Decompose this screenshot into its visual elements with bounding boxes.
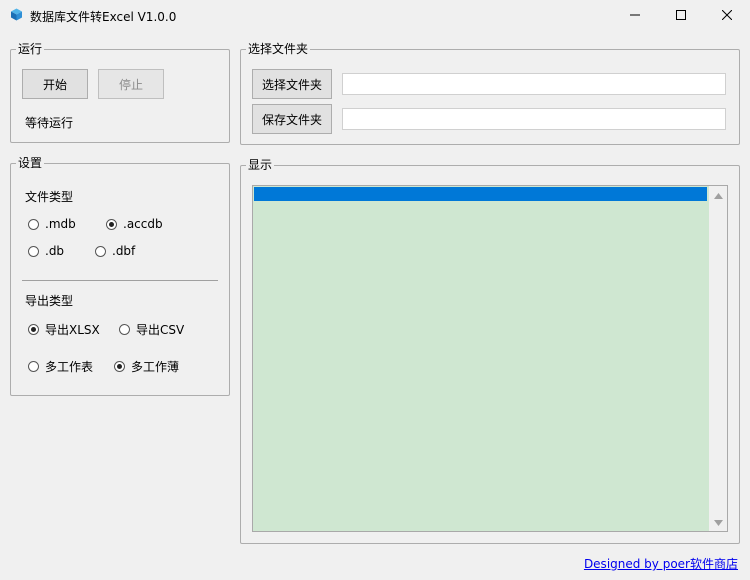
minimize-icon <box>630 10 640 20</box>
radio-multi-workbook[interactable]: 多工作薄 <box>114 358 179 375</box>
radio-label: .accdb <box>123 217 163 231</box>
display-group: 显示 <box>240 158 740 544</box>
run-status-text: 等待运行 <box>25 116 74 130</box>
radio-export-csv[interactable]: 导出CSV <box>119 321 184 338</box>
display-group-legend: 显示 <box>246 158 275 172</box>
radio-multi-sheet[interactable]: 多工作表 <box>28 358 93 375</box>
scroll-up-arrow-icon <box>713 188 723 202</box>
radio-dot-icon <box>119 324 130 335</box>
radio-dot-icon <box>95 245 106 257</box>
close-icon <box>722 10 732 20</box>
radio-export-xlsx[interactable]: 导出XLSX <box>28 321 100 338</box>
radio-file-type-dbf[interactable]: .dbf <box>95 244 135 258</box>
save-folder-button[interactable]: 保存文件夹 <box>252 104 332 134</box>
select-folder-input[interactable] <box>342 73 726 95</box>
maximize-button[interactable] <box>658 0 704 30</box>
radio-dot-icon <box>28 245 39 257</box>
app-cube-icon <box>10 8 23 21</box>
title-bar: 数据库文件转Excel V1.0.0 <box>0 0 750 30</box>
scroll-up-button[interactable] <box>709 186 727 204</box>
run-group-legend: 运行 <box>16 42 45 56</box>
listbox-scrollbar[interactable] <box>709 186 727 531</box>
folder-group: 选择文件夹 选择文件夹 保存文件夹 <box>240 42 740 145</box>
scroll-down-button[interactable] <box>709 513 727 531</box>
file-type-label: 文件类型 <box>25 190 74 204</box>
radio-label: .dbf <box>112 244 136 258</box>
radio-file-type-accdb[interactable]: .accdb <box>106 217 163 231</box>
radio-dot-icon <box>114 361 125 372</box>
radio-label: .db <box>45 244 65 258</box>
run-group: 运行 开始 停止 等待运行 <box>10 42 230 143</box>
display-listbox[interactable] <box>252 185 728 532</box>
close-button[interactable] <box>704 0 750 30</box>
radio-file-type-db[interactable]: .db <box>28 244 64 258</box>
radio-dot-icon <box>28 361 39 372</box>
export-type-label: 导出类型 <box>25 294 74 308</box>
radio-label: .mdb <box>45 217 76 231</box>
window-title: 数据库文件转Excel V1.0.0 <box>30 10 177 24</box>
radio-file-type-mdb[interactable]: .mdb <box>28 217 76 231</box>
radio-label: 导出CSV <box>136 323 185 337</box>
start-button[interactable]: 开始 <box>22 69 88 99</box>
select-folder-button[interactable]: 选择文件夹 <box>252 69 332 99</box>
list-item-selected[interactable] <box>254 187 707 201</box>
maximize-icon <box>676 10 686 20</box>
radio-label: 导出XLSX <box>45 323 100 337</box>
settings-group-legend: 设置 <box>16 156 45 170</box>
radio-dot-icon <box>28 324 39 335</box>
stop-button[interactable]: 停止 <box>98 69 164 99</box>
minimize-button[interactable] <box>612 0 658 30</box>
radio-label: 多工作薄 <box>131 360 180 374</box>
save-folder-input[interactable] <box>342 108 726 130</box>
designer-link[interactable]: Designed by poer软件商店 <box>584 555 738 572</box>
settings-divider <box>22 280 218 281</box>
scroll-down-arrow-icon <box>713 515 723 529</box>
settings-group: 设置 文件类型 .mdb .accdb .db .dbf 导出类型 导出XLSX… <box>10 156 230 396</box>
radio-dot-icon <box>28 218 39 230</box>
radio-dot-icon <box>106 218 117 230</box>
radio-label: 多工作表 <box>45 360 94 374</box>
folder-group-legend: 选择文件夹 <box>246 42 311 56</box>
